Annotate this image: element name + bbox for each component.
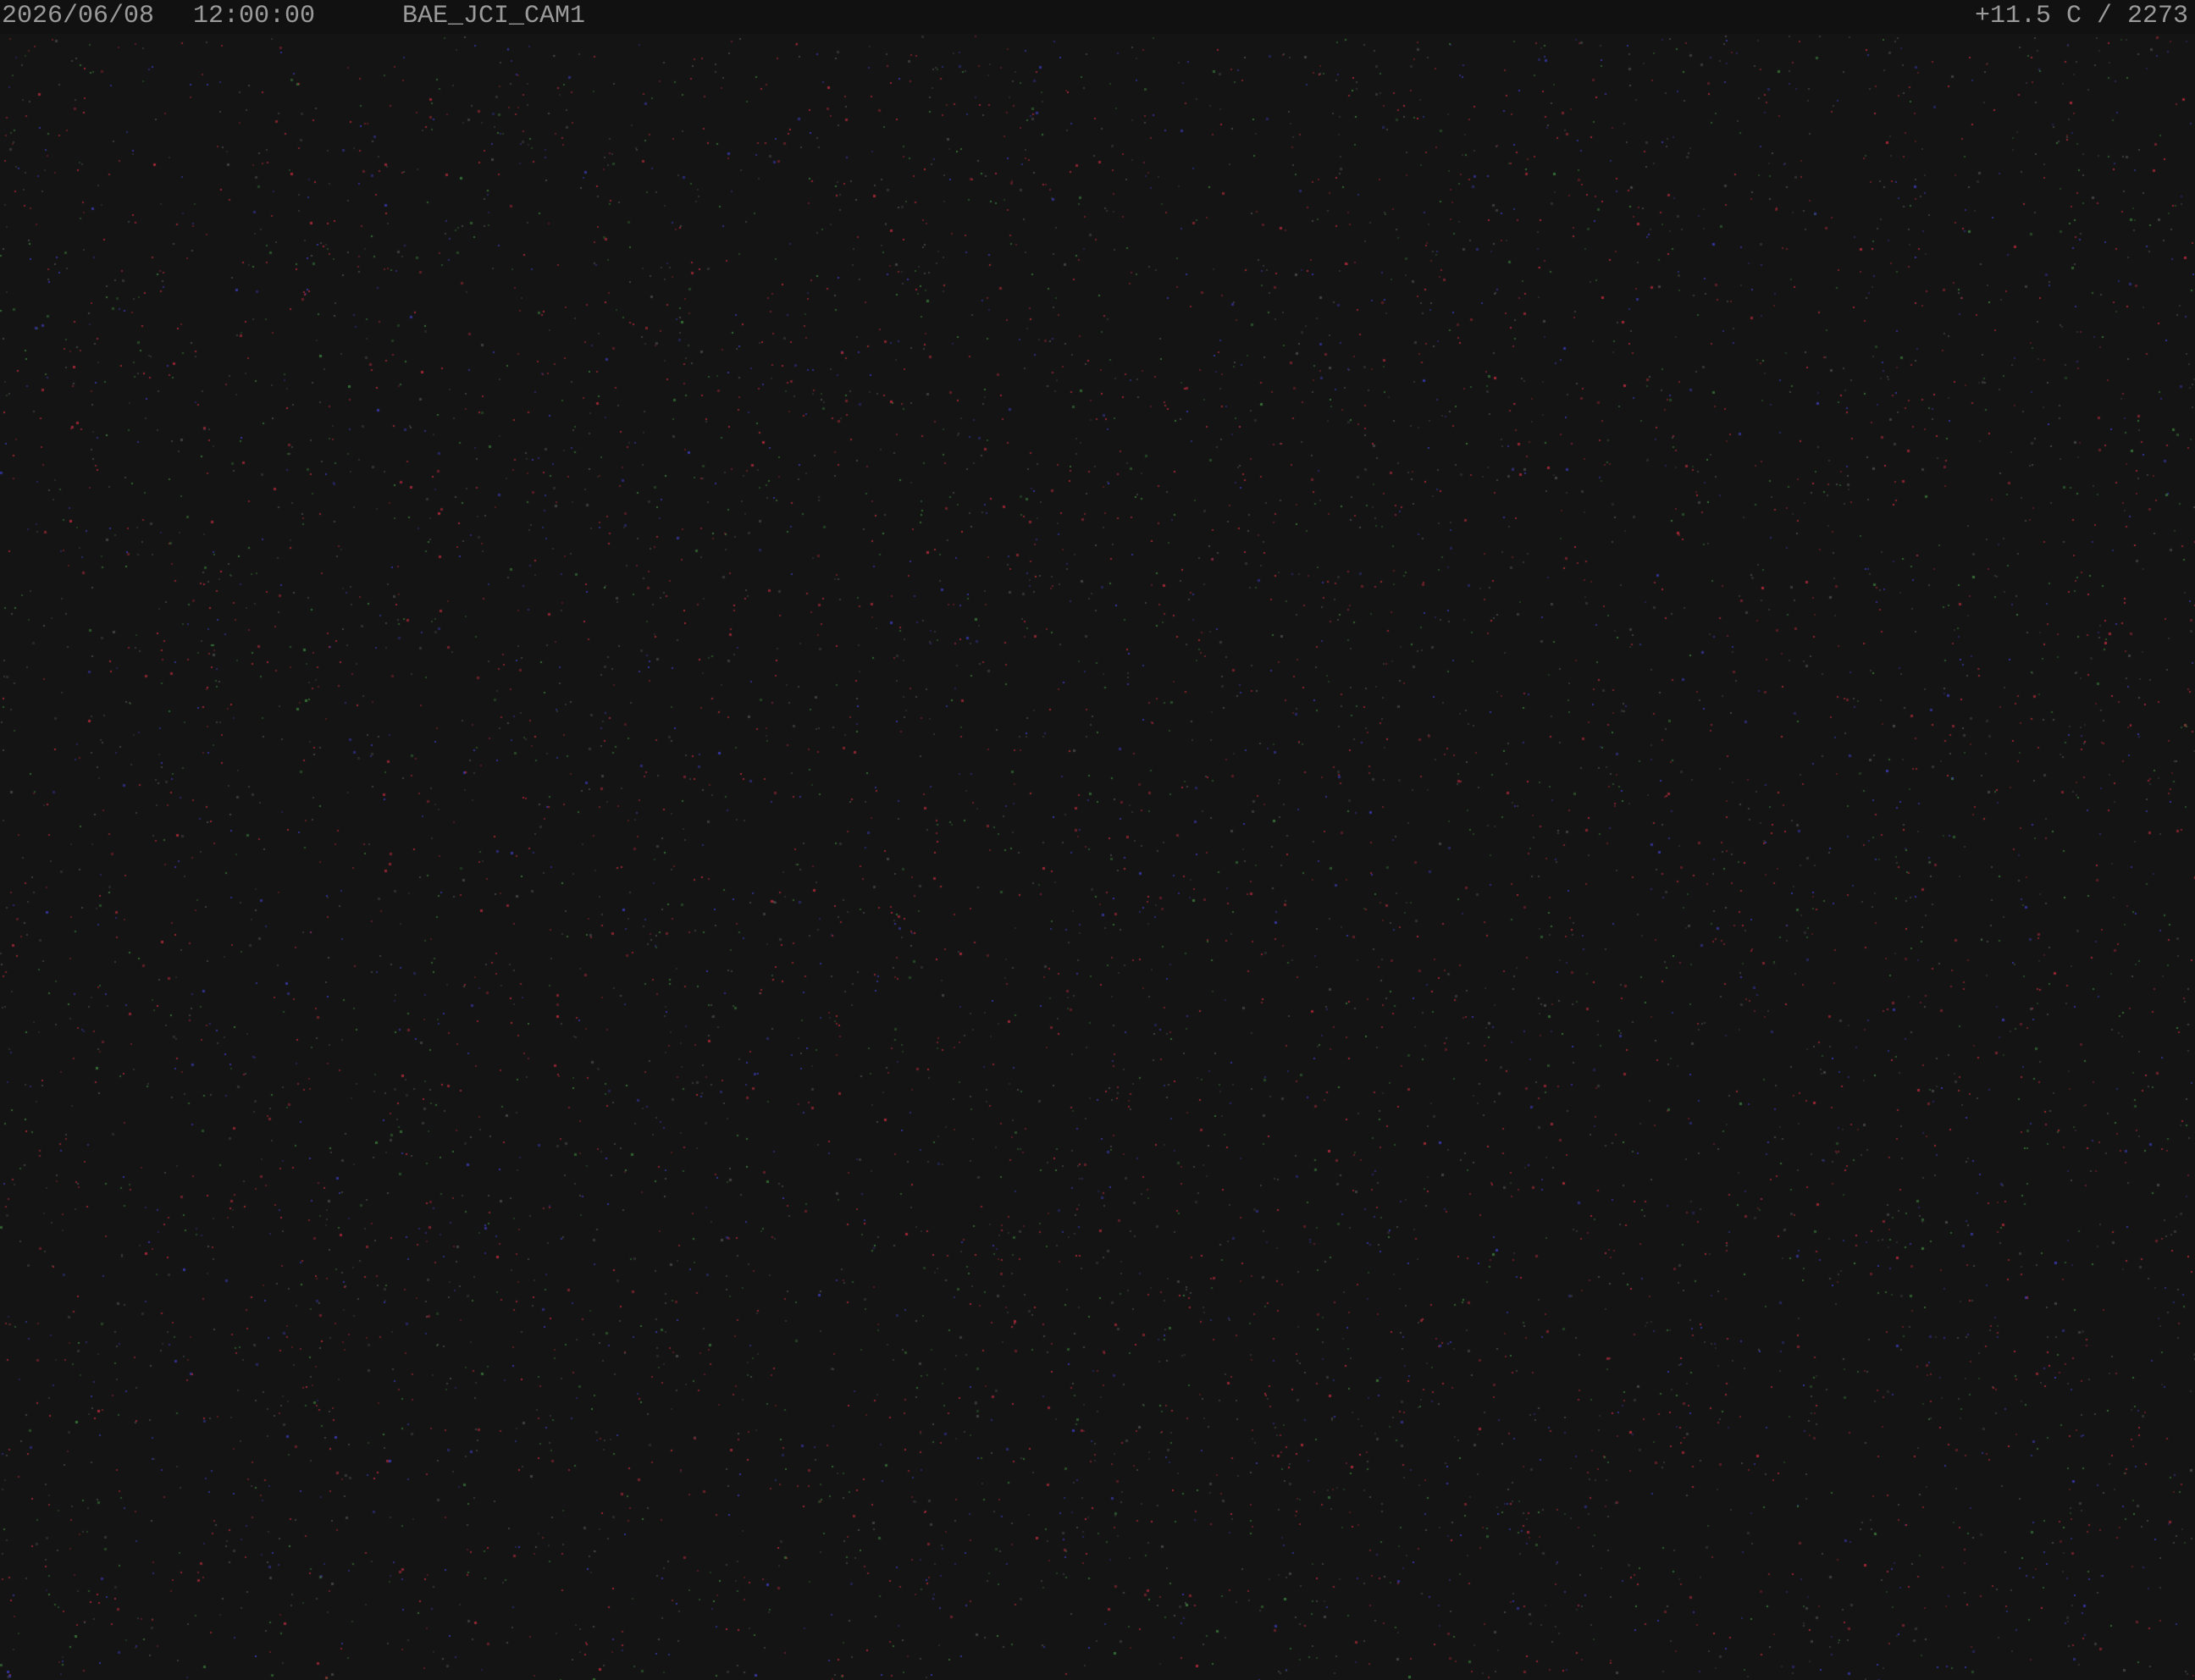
sensor-noise-image (0, 0, 2195, 1680)
overlay-temperature-readout: +11.5 C / 2273 (1974, 2, 2188, 30)
overlay-time: 12:00:00 (193, 2, 316, 30)
timestamp-overlay-bar: 2026/06/08 12:00:00 BAE_JCI_CAM1 +11.5 C… (0, 0, 2195, 34)
overlay-date: 2026/06/08 (2, 2, 155, 30)
camera-frame: 2026/06/08 12:00:00 BAE_JCI_CAM1 +11.5 C… (0, 0, 2195, 1680)
overlay-camera-id: BAE_JCI_CAM1 (402, 2, 586, 30)
